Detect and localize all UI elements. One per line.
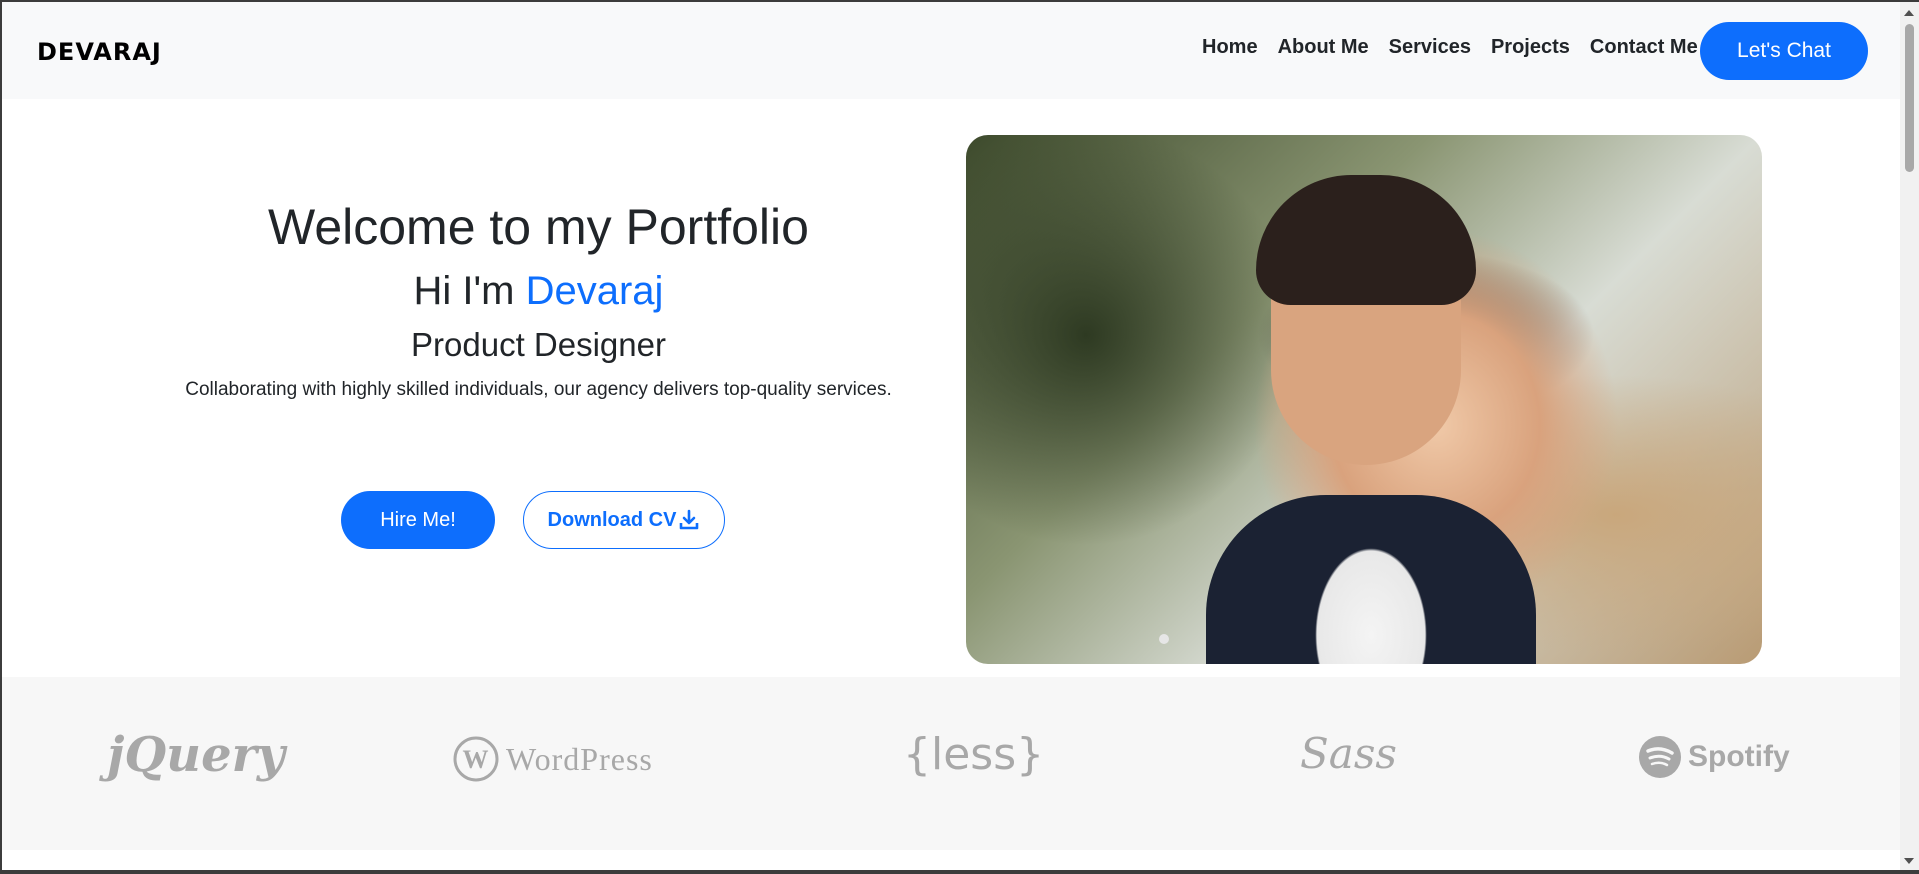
nav-link-about-me[interactable]: About Me	[1268, 36, 1379, 59]
window-frame-bottom	[0, 870, 1919, 874]
sass-logo: Sass	[1300, 729, 1397, 778]
lets-chat-button[interactable]: Let's Chat	[1700, 22, 1868, 80]
tech-logos-strip: jQuery W WordPress {less} Sass Spotify	[2, 677, 1900, 850]
hero-name: Devaraj	[525, 269, 664, 313]
spotify-logo: Spotify	[1638, 735, 1790, 779]
svg-text:W: W	[463, 745, 490, 774]
download-icon	[680, 509, 699, 530]
wordpress-logo: W WordPress	[452, 735, 653, 783]
jquery-logo: jQuery	[107, 727, 285, 783]
brand-logo[interactable]: DEVARAJ	[37, 38, 162, 66]
scroll-up-arrow-icon[interactable]	[1904, 10, 1914, 16]
profile-photo	[966, 135, 1762, 664]
hero-text: Welcome to my Portfolio Hi I'm Devaraj P…	[120, 200, 957, 401]
carousel-indicator[interactable]	[1159, 634, 1169, 644]
less-logo: {less}	[903, 729, 1045, 780]
scrollbar-thumb[interactable]	[1905, 24, 1914, 172]
spotify-wordmark: Spotify	[1688, 740, 1790, 773]
photo-hair	[1256, 175, 1476, 305]
greeting-prefix: Hi I'm	[413, 269, 526, 313]
hero-title: Welcome to my Portfolio	[268, 199, 809, 255]
vertical-scrollbar[interactable]	[1900, 2, 1919, 870]
hero-role: Product Designer	[411, 326, 666, 363]
spotify-icon	[1639, 736, 1681, 778]
nav-link-services[interactable]: Services	[1379, 36, 1481, 59]
nav-link-projects[interactable]: Projects	[1481, 36, 1580, 59]
hire-me-button[interactable]: Hire Me!	[341, 491, 495, 549]
hero-buttons: Hire Me! Download CV	[341, 491, 725, 549]
download-cv-button[interactable]: Download CV	[523, 491, 725, 549]
photo-shirt	[1206, 495, 1536, 664]
hero-description: Collaborating with highly skilled indivi…	[185, 379, 892, 401]
nav-links: Home About Me Services Projects Contact …	[1192, 36, 1708, 59]
navbar: DEVARAJ Home About Me Services Projects …	[2, 2, 1900, 99]
wordpress-wordmark: WordPress	[506, 740, 653, 777]
hero-greeting: Hi I'm Devaraj	[120, 269, 957, 313]
wordpress-icon: W	[453, 736, 499, 782]
scroll-down-arrow-icon[interactable]	[1904, 858, 1914, 864]
download-cv-label: Download CV	[547, 508, 677, 531]
nav-link-home[interactable]: Home	[1192, 36, 1268, 59]
nav-link-contact-me[interactable]: Contact Me	[1580, 36, 1708, 59]
